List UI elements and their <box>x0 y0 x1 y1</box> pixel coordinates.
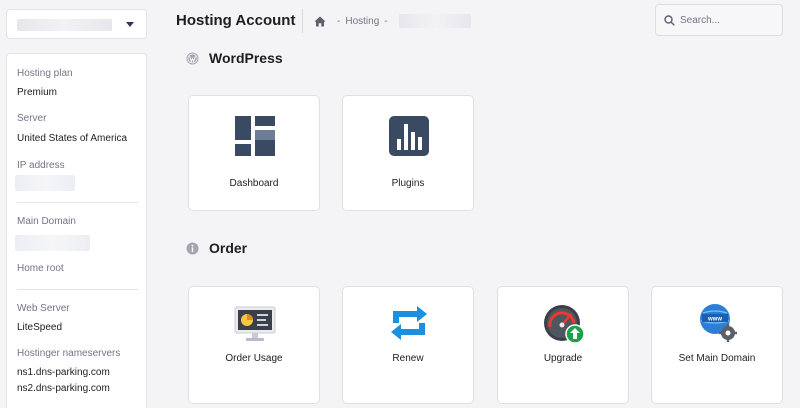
order-usage-icon <box>234 306 276 341</box>
order-section-title: Order <box>209 240 248 256</box>
search-icon <box>664 14 675 26</box>
hosting-info-panel: Hosting plan Premium Server United State… <box>6 53 147 408</box>
dashboard-label: Dashboard <box>229 178 279 189</box>
nameservers-label: Hostinger nameservers <box>17 348 121 359</box>
upgrade-icon <box>544 305 585 344</box>
nameserver-1: ns1.dns-parking.com <box>17 367 110 378</box>
caret-down-icon <box>126 22 134 27</box>
domain-selector-dropdown[interactable] <box>6 9 147 39</box>
redacted-domain-name <box>17 19 112 31</box>
renew-label: Renew <box>392 353 424 364</box>
redacted-breadcrumb-domain <box>398 14 471 28</box>
sidebar-divider <box>17 289 138 290</box>
sidebar-divider <box>17 202 138 203</box>
set-main-domain-card[interactable]: www Set Main Domain <box>651 286 783 404</box>
home-icon[interactable] <box>314 16 326 27</box>
plugins-card[interactable]: Plugins <box>342 95 474 211</box>
search-box[interactable] <box>655 4 783 36</box>
info-icon <box>186 242 199 254</box>
web-server-label: Web Server <box>17 303 70 314</box>
redacted-main-domain[interactable] <box>15 235 90 251</box>
ip-address-label: IP address <box>17 160 65 171</box>
home-root-label: Home root <box>17 263 64 274</box>
order-usage-label: Order Usage <box>225 353 283 364</box>
order-section-header: Order <box>186 240 247 256</box>
breadcrumb-separator: - <box>337 15 341 27</box>
nameserver-2: ns2.dns-parking.com <box>17 383 110 394</box>
breadcrumb-separator: - <box>384 15 388 27</box>
plugins-label: Plugins <box>391 178 425 189</box>
header-divider <box>302 9 303 33</box>
search-input[interactable] <box>680 14 770 26</box>
hosting-plan-value: Premium <box>17 87 58 98</box>
plugins-icon <box>389 116 429 156</box>
dashboard-card[interactable]: Dashboard <box>188 95 320 211</box>
redacted-ip-address <box>15 175 75 191</box>
breadcrumb: - Hosting - <box>314 14 471 28</box>
server-label: Server <box>17 113 47 124</box>
main-domain-label: Main Domain <box>17 216 76 227</box>
wordpress-section-title: WordPress <box>209 50 283 66</box>
web-server-value: LiteSpeed <box>17 322 63 333</box>
server-value: United States of America <box>17 133 128 144</box>
renew-card[interactable]: Renew <box>342 286 474 404</box>
renew-icon <box>391 306 427 340</box>
breadcrumb-hosting-link[interactable]: Hosting <box>345 16 379 27</box>
svg-text:www: www <box>707 317 722 323</box>
wordpress-icon <box>186 52 199 64</box>
hosting-plan-label: Hosting plan <box>17 68 73 79</box>
upgrade-label: Upgrade <box>543 353 583 364</box>
wordpress-section-header: WordPress <box>186 50 283 66</box>
set-main-domain-icon: www <box>700 304 737 342</box>
order-usage-card[interactable]: Order Usage <box>188 286 320 404</box>
upgrade-card[interactable]: Upgrade <box>497 286 629 404</box>
dashboard-icon <box>235 116 275 156</box>
page-title: Hosting Account <box>176 12 296 29</box>
set-main-domain-label: Set Main Domain <box>678 353 756 364</box>
